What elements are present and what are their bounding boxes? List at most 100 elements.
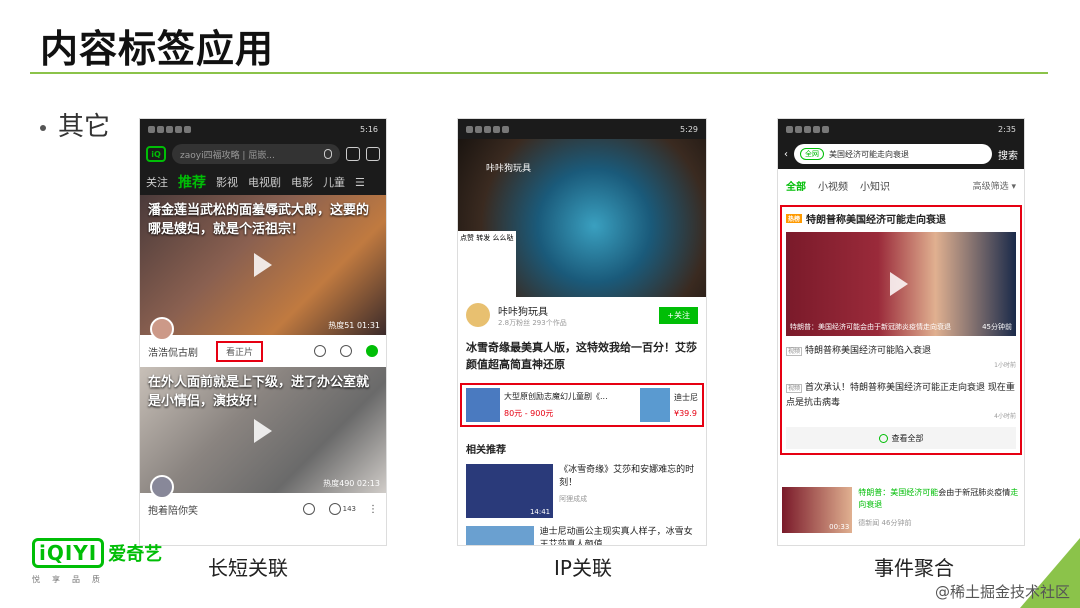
watermark: @稀土掘金技术社区	[934, 583, 1070, 601]
news-time: 46分钟前	[881, 519, 912, 527]
top-bar: iQ zaoyi四福攻略 | 屈嵌...	[140, 139, 386, 169]
card-meta-row: 浩浩侃古剧 看正片	[140, 317, 386, 367]
author-row: 咔咔狗玩具 2.8万粉丝 293个作品 +关注	[458, 297, 706, 333]
avatar[interactable]	[466, 303, 490, 327]
more-icon[interactable]: ⋮	[368, 504, 378, 515]
goods-thumbnail[interactable]	[640, 388, 670, 422]
logo-name: 爱奇艺	[108, 544, 163, 565]
video-card-2[interactable]: 在外人面前就是上下级，进了办公室就是小情侣，演技好！ 热度490 02:13	[140, 367, 386, 493]
logo-mark: iQIYI	[32, 538, 105, 568]
like-icon[interactable]	[340, 345, 352, 357]
menu-icon[interactable]: ☰	[355, 176, 365, 189]
item-time: 1小时前	[994, 362, 1016, 369]
related-header: 相关推荐	[466, 445, 506, 456]
microphone-icon[interactable]	[324, 149, 332, 159]
video-caption: 潘金莲当武松的面羞辱武大郎，这要的哪是嫂妇，就是个活祖宗！	[148, 203, 370, 237]
video-stats: 热度51 01:31	[328, 321, 380, 330]
follow-button[interactable]: +关注	[659, 306, 698, 324]
avatar[interactable]	[150, 475, 174, 499]
status-bar: 5:29	[458, 119, 706, 139]
meme-sticker: 点赞 转发 么么哒	[458, 231, 516, 297]
ip-goods-row: 大型原创励志魔幻儿童剧《... 80元 - 900元 迪士尼 ¥39.9	[460, 383, 704, 427]
share-icon[interactable]	[366, 345, 378, 357]
tab-follow[interactable]: 关注	[146, 174, 168, 190]
list-item[interactable]: 视频 首次承认！特朗普称美国经济可能正走向衰退 现在重点是抗击病毒 4小时前	[786, 381, 1016, 424]
list-item[interactable]: 视频 特朗普称美国经济可能陷入衰退 1小时前	[786, 344, 1016, 373]
goods-price: 80元 - 900元	[504, 409, 554, 418]
notification-icons	[786, 125, 829, 133]
tab-film[interactable]: 影视	[216, 174, 238, 190]
news-thumbnail[interactable]: 00:33	[782, 487, 853, 533]
camera-icon[interactable]	[366, 147, 380, 161]
author-stats: 2.8万粉丝 293个作品	[498, 318, 567, 327]
video-caption: 在外人面前就是上下级，进了办公室就是小情侣，演技好！	[148, 375, 370, 409]
like-icon[interactable]	[328, 503, 341, 515]
meme-text: 点赞 转发 么么哒	[460, 234, 514, 242]
caption-long-short: 长短关联	[208, 556, 288, 580]
list-item[interactable]: 迪士尼动画公主现实真人样子，冰雪女王艾莎真人颜值...	[458, 522, 706, 545]
event-video[interactable]: 特朗普：美国经济可能会由于新冠肺炎疫情走向衰退 45分钟前	[786, 232, 1016, 336]
slide-title: 内容标签应用	[40, 27, 275, 71]
event-cluster-card: 热榜 特朗普称美国经济可能走向衰退 特朗普：美国经济可能会由于新冠肺炎疫情走向衰…	[780, 205, 1022, 455]
news-item[interactable]: 00:33 特朗普：美国经济可能会由于新冠肺炎疫情走向衰退 德新闻 46分钟前	[782, 487, 1020, 533]
play-icon[interactable]	[254, 419, 272, 443]
tab-movie[interactable]: 电影	[291, 174, 313, 190]
comment-icon[interactable]	[302, 503, 315, 515]
goods-title[interactable]: 大型原创励志魔幻儿童剧《...	[504, 391, 636, 402]
logo-tagline: 悦享品质	[32, 575, 112, 584]
author-name[interactable]: 抱着陪你笑	[148, 502, 198, 517]
goods-title[interactable]: 迪士尼	[674, 392, 698, 403]
bullet-item: 其它	[40, 106, 110, 143]
iqiyi-logo-icon[interactable]: iQ	[146, 146, 166, 162]
video-player[interactable]: 咔咔狗玩具 点赞 转发 么么哒	[458, 139, 706, 297]
video-title: 冰雪奇缘最美真人版，这特效我给一百分！艾莎颜值超高简直神还原	[466, 341, 697, 371]
play-circle-icon	[878, 433, 888, 443]
iqiyi-brand-logo: iQIYI 爱奇艺 悦享品质	[32, 538, 162, 585]
play-icon[interactable]	[890, 272, 908, 296]
rec-thumbnail[interactable]	[466, 526, 534, 545]
tab-all[interactable]: 全部	[786, 178, 806, 193]
view-all-button[interactable]: 查看全部	[786, 427, 1016, 449]
hero-tag: 咔咔狗玩具	[486, 164, 532, 174]
channel-tabs: 关注 推荐 影视 电视剧 电影 儿童 ☰	[140, 169, 386, 195]
filter-dropdown[interactable]: 高级筛选 ▾	[973, 179, 1016, 192]
status-time: 5:29	[680, 124, 698, 134]
goods-thumbnail[interactable]	[466, 388, 500, 422]
list-item[interactable]: 14:41 《冰雪奇缘》艾莎和安娜难忘的时刻！ 阿狸成成	[458, 460, 706, 522]
card-meta-row: 抱着陪你笑 143 ⋮	[140, 475, 386, 525]
news-title: 特朗普：美国经济可能会由于新冠肺炎疫情走向衰退	[858, 488, 1019, 509]
watch-full-button[interactable]: 看正片	[216, 340, 264, 362]
status-bar: 5:16	[140, 119, 386, 139]
search-button[interactable]: 搜索	[998, 147, 1018, 162]
video-card-1[interactable]: 潘金莲当武松的面羞辱武大郎，这要的哪是嫂妇，就是个活祖宗！ 热度51 01:31	[140, 195, 386, 335]
result-tabs: 全部 小视频 小知识 高级筛选 ▾	[778, 169, 1024, 201]
phone-ip: 5:29 咔咔狗玩具 点赞 转发 么么哒 咔咔狗玩具 2.8万粉丝 293个作品…	[458, 119, 706, 545]
tab-recommend[interactable]: 推荐	[178, 172, 206, 192]
status-time: 5:16	[360, 124, 378, 134]
back-icon[interactable]: ‹	[784, 149, 788, 160]
history-icon[interactable]	[346, 147, 360, 161]
tab-knowledge[interactable]: 小知识	[860, 178, 890, 193]
rec-title: 《冰雪奇缘》艾莎和安娜难忘的时刻！	[559, 465, 695, 488]
play-icon[interactable]	[254, 253, 272, 277]
comment-icon[interactable]	[314, 345, 326, 357]
author-name[interactable]: 浩浩侃古剧	[148, 344, 198, 359]
event-title[interactable]: 特朗普称美国经济可能走向衰退	[806, 211, 946, 226]
search-input[interactable]: zaoyi四福攻略 | 屈嵌...	[172, 144, 340, 164]
tab-short-video[interactable]: 小视频	[818, 178, 848, 193]
rec-thumbnail[interactable]: 14:41	[466, 464, 554, 518]
item-text: 特朗普称美国经济可能陷入衰退	[805, 346, 932, 356]
status-bar: 2:35	[778, 119, 1024, 139]
scope-chip[interactable]: 全网	[800, 148, 824, 160]
bullet-dot-icon	[40, 124, 46, 131]
search-input[interactable]: 全网 美国经济可能走向衰退	[794, 144, 992, 164]
tab-kids[interactable]: 儿童	[323, 174, 345, 190]
status-time: 2:35	[998, 124, 1016, 134]
avatar[interactable]	[150, 317, 174, 341]
caption-ip: IP关联	[554, 556, 612, 580]
tab-tv[interactable]: 电视剧	[248, 174, 281, 190]
item-text: 首次承认！特朗普称美国经济可能正走向衰退 现在重点是抗击病毒	[786, 383, 1015, 408]
author-name[interactable]: 咔咔狗玩具	[498, 303, 567, 318]
item-time: 4小时前	[994, 413, 1016, 420]
rec-source: 阿狸成成	[559, 495, 588, 503]
